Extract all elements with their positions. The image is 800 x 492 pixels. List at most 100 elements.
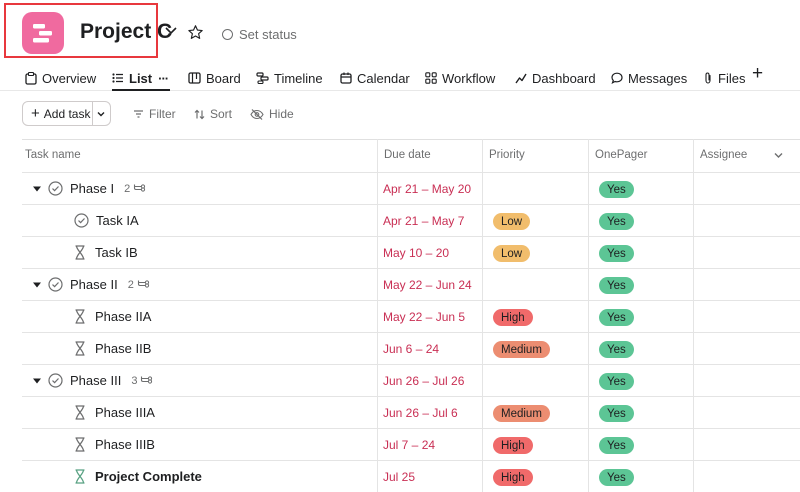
due-date[interactable]: Jul 25: [383, 470, 415, 484]
assignee-cell[interactable]: [694, 173, 800, 204]
status-circle-icon: [222, 28, 233, 40]
table-row[interactable]: Phase IIIB Jul 7 – 24 High Yes: [22, 428, 800, 460]
onepager-badge[interactable]: Yes: [599, 469, 634, 486]
onepager-badge[interactable]: Yes: [599, 341, 634, 358]
priority-badge[interactable]: Low: [493, 213, 531, 230]
hide-label: Hide: [269, 107, 294, 121]
priority-badge[interactable]: Medium: [493, 405, 550, 422]
task-name[interactable]: Phase IIA: [95, 309, 151, 324]
task-name[interactable]: Task IA: [96, 213, 139, 228]
subtask-count[interactable]: 3: [131, 375, 153, 387]
onepager-badge[interactable]: Yes: [599, 245, 634, 262]
onepager-badge[interactable]: Yes: [599, 277, 634, 294]
board-icon: [188, 72, 201, 84]
tab-timeline[interactable]: Timeline: [256, 68, 323, 88]
priority-badge[interactable]: High: [493, 437, 533, 454]
task-name[interactable]: Project Complete: [95, 469, 202, 484]
section-row[interactable]: Phase III 3 Jun 26 – Jul 26 Yes: [22, 364, 800, 396]
onepager-badge[interactable]: Yes: [599, 405, 634, 422]
table-row[interactable]: Project Complete Jul 25 High Yes: [22, 460, 800, 492]
due-date[interactable]: May 22 – Jun 5: [383, 310, 465, 324]
task-name[interactable]: Phase IIB: [95, 341, 151, 356]
tab-files[interactable]: Files: [703, 68, 745, 88]
task-name[interactable]: Phase IIIB: [95, 437, 155, 452]
caret-down-icon[interactable]: [32, 185, 42, 193]
check-circle-icon[interactable]: [48, 277, 63, 292]
assignee-cell[interactable]: [694, 429, 800, 460]
task-name[interactable]: Phase I: [70, 181, 114, 196]
table-row[interactable]: Phase IIB Jun 6 – 24 Medium Yes: [22, 332, 800, 364]
tab-dashboard[interactable]: Dashboard: [515, 68, 596, 88]
subtask-count[interactable]: 2: [124, 183, 146, 195]
caret-down-icon[interactable]: [32, 377, 42, 385]
task-name[interactable]: Phase IIIA: [95, 405, 155, 420]
assignee-cell[interactable]: [694, 397, 800, 428]
tab-calendar[interactable]: Calendar: [340, 68, 410, 88]
due-date[interactable]: Jul 7 – 24: [383, 438, 435, 452]
tab-overview[interactable]: Overview: [25, 68, 96, 88]
onepager-badge[interactable]: Yes: [599, 309, 634, 326]
section-row[interactable]: Phase I 2 Apr 21 – May 20 Yes: [22, 172, 800, 204]
tab-messages[interactable]: Messages: [611, 68, 687, 88]
column-header-task-name[interactable]: Task name: [25, 149, 81, 161]
sort-icon: [194, 109, 205, 119]
check-circle-icon[interactable]: [48, 373, 63, 388]
hourglass-icon: [75, 309, 85, 324]
priority-badge[interactable]: Low: [493, 245, 531, 262]
task-name[interactable]: Task IB: [95, 245, 138, 260]
chevron-down-icon[interactable]: [164, 26, 178, 36]
add-tab-button[interactable]: +: [752, 63, 763, 85]
due-date[interactable]: Apr 21 – May 7: [383, 214, 464, 228]
add-task-button[interactable]: + Add task: [23, 102, 93, 125]
table-row[interactable]: Task IA Apr 21 – May 7 Low Yes: [22, 204, 800, 236]
column-header-priority[interactable]: Priority: [489, 149, 525, 161]
table-row[interactable]: Phase IIA May 22 – Jun 5 High Yes: [22, 300, 800, 332]
subtask-count[interactable]: 2: [128, 279, 150, 291]
priority-badge[interactable]: High: [493, 309, 533, 326]
task-name[interactable]: Phase III: [70, 373, 121, 388]
chevron-down-icon[interactable]: [773, 151, 784, 160]
due-date[interactable]: Jun 26 – Jul 26: [383, 374, 464, 388]
onepager-badge[interactable]: Yes: [599, 373, 634, 390]
tab-list-more-button[interactable]: ···: [158, 71, 169, 86]
tab-list[interactable]: List ···: [112, 68, 169, 88]
due-date[interactable]: Apr 21 – May 20: [383, 182, 471, 196]
column-header-onepager[interactable]: OnePager: [595, 149, 647, 161]
check-circle-icon[interactable]: [74, 213, 89, 228]
task-name[interactable]: Phase II: [70, 277, 118, 292]
star-icon[interactable]: [187, 24, 204, 41]
due-date[interactable]: Jun 26 – Jul 6: [383, 406, 458, 420]
onepager-badge[interactable]: Yes: [599, 213, 634, 230]
hide-button[interactable]: Hide: [250, 106, 294, 122]
onepager-badge[interactable]: Yes: [599, 181, 634, 198]
chevron-down-icon[interactable]: [95, 108, 107, 120]
tab-board[interactable]: Board: [188, 68, 241, 88]
priority-badge[interactable]: Medium: [493, 341, 550, 358]
subtask-icon: [134, 183, 146, 192]
assignee-cell[interactable]: [694, 333, 800, 364]
assignee-cell[interactable]: [694, 365, 800, 396]
assignee-cell[interactable]: [694, 461, 800, 492]
check-circle-icon[interactable]: [48, 181, 63, 196]
assignee-cell[interactable]: [694, 205, 800, 236]
assignee-cell[interactable]: [694, 269, 800, 300]
priority-badge[interactable]: High: [493, 469, 533, 486]
tab-workflow[interactable]: Workflow: [425, 68, 495, 88]
due-date[interactable]: Jun 6 – 24: [383, 342, 439, 356]
column-header-due-date[interactable]: Due date: [384, 149, 431, 161]
workflow-icon: [425, 72, 437, 84]
section-row[interactable]: Phase II 2 May 22 – Jun 24 Yes: [22, 268, 800, 300]
caret-down-icon[interactable]: [32, 281, 42, 289]
set-status-button[interactable]: Set status: [222, 26, 297, 42]
assignee-cell[interactable]: [694, 237, 800, 268]
table-row[interactable]: Phase IIIA Jun 26 – Jul 6 Medium Yes: [22, 396, 800, 428]
list-icon: [112, 73, 123, 83]
assignee-cell[interactable]: [694, 301, 800, 332]
column-header-assignee[interactable]: Assignee: [700, 149, 747, 161]
due-date[interactable]: May 22 – Jun 24: [383, 278, 472, 292]
onepager-badge[interactable]: Yes: [599, 437, 634, 454]
sort-button[interactable]: Sort: [194, 106, 232, 122]
filter-button[interactable]: Filter: [133, 106, 176, 122]
due-date[interactable]: May 10 – 20: [383, 246, 449, 260]
table-row[interactable]: Task IB May 10 – 20 Low Yes: [22, 236, 800, 268]
